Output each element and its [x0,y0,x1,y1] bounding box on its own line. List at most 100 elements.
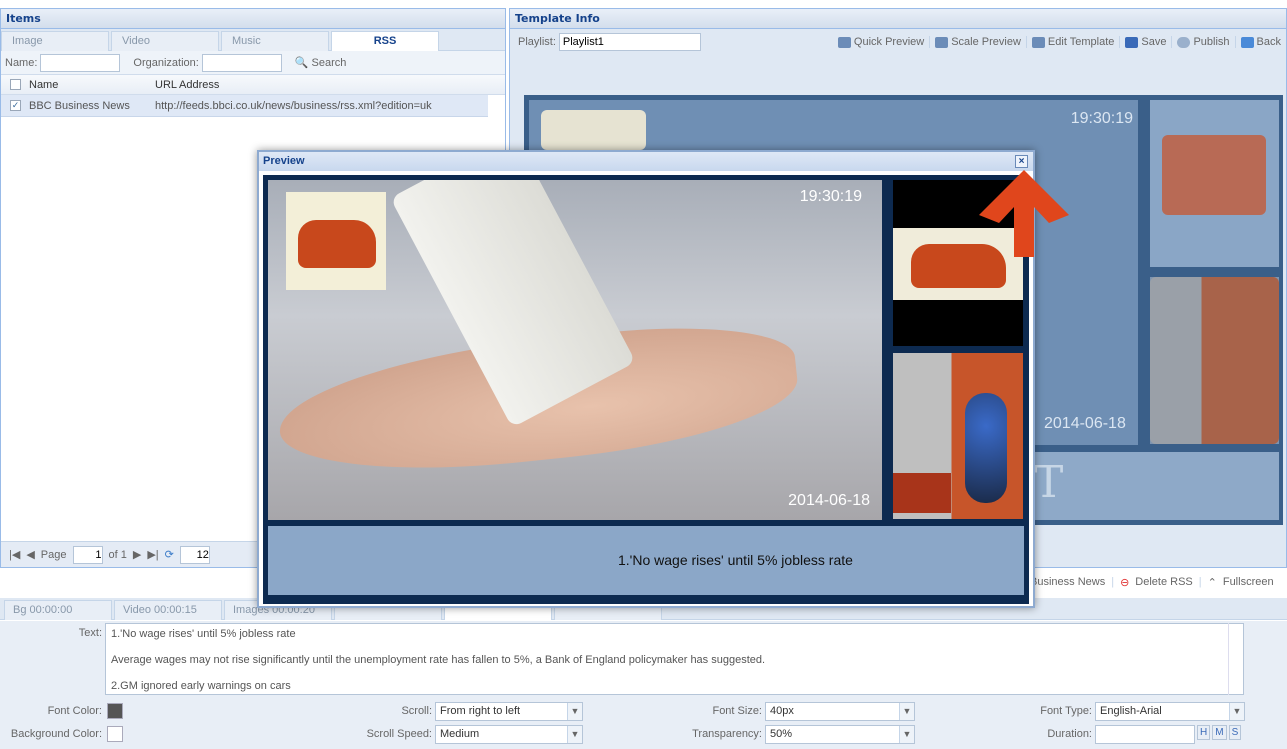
save-icon [1125,36,1139,48]
scale-preview-button[interactable]: Scale Preview [930,36,1027,48]
fullscreen-button[interactable]: Fullscreen [1223,576,1274,589]
text-properties: Text: 1.'No wage rises' until 5% jobless… [0,621,1287,749]
page-size-input[interactable] [179,545,210,564]
next-page-icon[interactable]: ▶ [133,548,141,561]
playlist-input[interactable] [558,33,701,51]
row-url: http://feeds.bbci.co.uk/news/business/rs… [155,99,432,112]
text-region-icon: T [1034,457,1064,508]
items-panel-title: Items [1,9,505,29]
font-type-label: Font Type: [1040,705,1092,717]
save-button[interactable]: Save [1120,36,1173,48]
preview-image-2 [893,353,1023,519]
hours-button[interactable]: H [1197,725,1211,740]
grid-header: Name URL Address [1,75,505,95]
golf-club-image [965,393,1007,503]
row-name: BBC Business News [29,99,130,112]
column-name[interactable]: Name [29,79,155,91]
tab-rss[interactable]: RSS [331,31,439,51]
chevron-down-icon: ▼ [567,703,582,720]
template-toolbar: Playlist: Quick Preview Scale Preview Ed… [510,29,1286,55]
scroll-select[interactable]: From right to left ▼ [435,702,583,721]
back-button[interactable]: Back [1236,36,1286,48]
stage-image-region-2[interactable] [1150,277,1279,444]
select-all-checkbox[interactable] [10,79,21,90]
chevron-down-icon: ▼ [899,726,914,743]
scroll-speed-select[interactable]: Medium ▼ [435,725,583,744]
template-panel-title: Template Info [510,9,1286,29]
tab-music[interactable]: Music [221,31,329,51]
scroll-label: Scroll: [401,705,432,717]
fullscreen-icon[interactable]: ⌃ [1208,576,1217,589]
search-bar: Name: Organization: 🔍 Search [1,51,505,75]
row-checkbox[interactable]: ✓ [10,100,21,111]
font-color-swatch[interactable] [107,703,123,719]
page-count: of 1 [108,548,127,561]
name-label: Name: [5,56,38,69]
last-page-icon[interactable]: ▶| [147,548,158,561]
organization-label: Organization: [133,56,199,69]
minutes-button[interactable]: M [1212,725,1227,740]
rss-name: Business News [1030,576,1106,588]
text-scrollbar[interactable] [1228,623,1244,695]
search-button[interactable]: Search [312,57,347,69]
refresh-icon[interactable]: ⟳ [165,548,174,561]
car-image [1162,135,1266,215]
preview-date: 2014-06-18 [788,492,870,509]
tab-bg[interactable]: Bg 00:00:00 [4,600,112,620]
seconds-button[interactable]: S [1228,725,1242,740]
organization-input[interactable] [201,53,282,72]
prev-page-icon[interactable]: ◀ [26,548,34,561]
text-line-3: 2.GM ignored early warnings on cars [111,680,291,692]
preview-canvas: 19:30:19 2014-06-18 1.'No wage rises' un… [263,175,1029,604]
rss-actions: Business News | ⊖ Delete RSS | ⌃ Fullscr… [1030,576,1274,589]
tab-video-track[interactable]: Video 00:00:15 [114,600,222,620]
text-line-2: Average wages may not rise significantly… [111,654,766,666]
publish-button[interactable]: Publish [1172,36,1236,48]
search-icon[interactable]: 🔍 [295,56,309,69]
preview-title: Preview [259,152,1033,171]
preview-dialog: Preview × 19:30:19 2014-06-18 1.'No wage… [257,150,1035,608]
scroll-speed-label: Scroll Speed: [366,728,432,740]
font-type-select[interactable]: English-Arial ▼ [1095,702,1245,721]
transparency-select[interactable]: 50% ▼ [765,725,915,744]
bg-color-label: Background Color: [10,728,102,740]
golf-image [1150,277,1279,444]
edit-icon [1031,36,1045,48]
quick-preview-button[interactable]: Quick Preview [833,36,931,48]
delete-icon[interactable]: ⊖ [1120,576,1129,589]
duration-units: H M S [1197,725,1242,740]
arrow-up-icon [979,170,1069,257]
page-input[interactable] [72,545,103,564]
tab-video[interactable]: Video [111,31,219,51]
scale-icon [935,36,949,48]
column-url[interactable]: URL Address [155,79,219,91]
duration-input[interactable] [1095,725,1195,744]
car-shape [298,220,376,268]
table-row[interactable]: ✓ BBC Business News http://feeds.bbci.co… [1,95,488,117]
stage-image-region-1[interactable] [1150,100,1279,267]
ad-banner [893,473,951,513]
delete-rss-button[interactable]: Delete RSS [1135,576,1192,589]
page-label: Page [40,548,67,561]
preview-video: 19:30:19 2014-06-18 [268,180,882,520]
edit-template-button[interactable]: Edit Template [1027,36,1121,48]
publish-icon [1177,36,1191,48]
items-tabs: Image Video Music RSS [1,29,505,51]
tab-image[interactable]: Image [1,31,109,51]
text-label: Text: [78,627,102,639]
logo-car-image [286,192,386,290]
preview-icon [837,36,851,48]
name-input[interactable] [40,53,121,72]
preview-time: 19:30:19 [799,188,862,205]
stage-time: 19:30:19 [1070,110,1133,127]
first-page-icon[interactable]: |◀ [9,548,20,561]
chevron-down-icon: ▼ [567,726,582,743]
text-line-1: 1.'No wage rises' until 5% jobless rate [111,628,296,640]
chevron-down-icon: ▼ [899,703,914,720]
font-size-select[interactable]: 40px ▼ [765,702,915,721]
font-size-label: Font Size: [712,705,762,717]
text-content-area[interactable]: 1.'No wage rises' until 5% jobless rate … [105,623,1244,695]
bg-color-swatch[interactable] [107,726,123,742]
chevron-down-icon: ▼ [1229,703,1244,720]
preview-ticker: 1.'No wage rises' until 5% jobless rate [268,526,1024,595]
